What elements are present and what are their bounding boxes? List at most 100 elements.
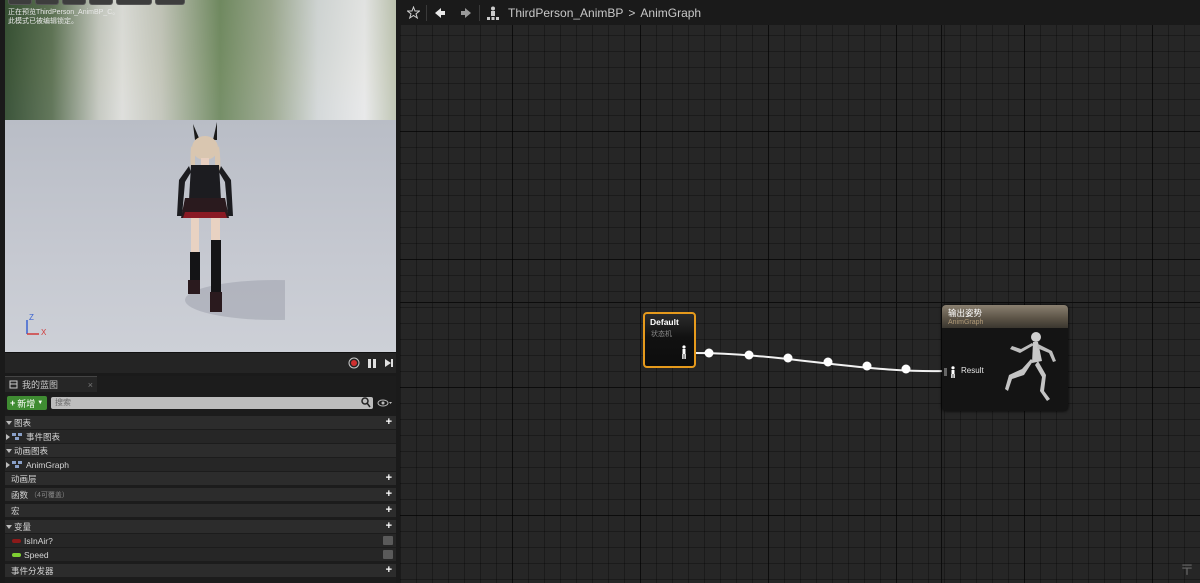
node-subtitle: 状态机 (651, 331, 672, 338)
section-macros[interactable]: 宏 + (5, 504, 396, 517)
playback-controls (5, 352, 396, 373)
node-subtitle: AnimGraph (948, 319, 984, 326)
section-functions[interactable]: 函数 （4可覆盖） + (5, 488, 396, 501)
section-label: 函数 (11, 489, 29, 500)
search-input[interactable]: 搜索 (51, 397, 373, 409)
add-event-dispatcher-button[interactable]: + (386, 564, 392, 577)
variable-speed[interactable]: Speed (5, 548, 396, 561)
pose-input-pin-icon[interactable] (944, 366, 958, 380)
variable-label: IsInAir? (24, 535, 53, 546)
node-title: Default (650, 317, 679, 327)
preview-viewport[interactable]: 正在预览ThirdPerson_AnimBP_C。 此模式已被编辑锁定。 Z X (5, 0, 396, 352)
chevron-down-icon: ▼ (37, 400, 44, 406)
search-icon[interactable] (361, 397, 371, 412)
viewport-toolbar-button[interactable] (89, 0, 113, 5)
section-label: 动画图表 (14, 445, 49, 456)
anim-graph-icon (12, 461, 22, 468)
section-label: 事件分发器 (11, 565, 54, 576)
functions-override-count: （4可覆盖） (30, 491, 69, 499)
add-variable-button[interactable]: + (386, 520, 392, 533)
bool-type-pin-icon (12, 538, 21, 543)
list-item-event-graph[interactable]: 事件图表 (5, 430, 396, 443)
wire-reroute-point[interactable] (901, 364, 911, 374)
tab-label: 我的蓝图 (22, 380, 59, 390)
section-label: 图表 (14, 417, 32, 428)
section-label: 动画层 (11, 473, 37, 484)
step-forward-icon[interactable] (383, 357, 395, 369)
viewport-toolbar-button[interactable] (116, 0, 152, 5)
close-icon[interactable]: × (88, 380, 93, 390)
forward-arrow-icon[interactable] (459, 6, 473, 20)
section-graphs[interactable]: 图表 + (5, 416, 396, 429)
section-variables[interactable]: 变量 + (5, 520, 396, 533)
character-preview (177, 122, 285, 320)
grid-origin-vertical (941, 25, 942, 583)
add-new-button[interactable]: + 新增 ▼ (7, 396, 47, 410)
add-anim-layer-button[interactable]: + (386, 472, 392, 485)
breadcrumb-graph[interactable]: AnimGraph (640, 6, 701, 20)
blueprint-tab-icon (9, 380, 18, 389)
breadcrumb-separator: > (628, 5, 636, 20)
anim-blueprint-icon (486, 6, 500, 20)
viewport-toolbar-button[interactable] (8, 0, 32, 5)
event-graph-icon (12, 433, 22, 440)
anim-graph-canvas[interactable] (400, 25, 1200, 583)
search-placeholder: 搜索 (55, 398, 71, 407)
viewport-toolbar (8, 0, 185, 5)
output-pose-node[interactable]: 输出姿势 AnimGraph Result (942, 305, 1068, 411)
view-options-icon[interactable] (377, 397, 393, 409)
pose-output-pin-icon[interactable] (680, 345, 688, 361)
viewport-toolbar-button[interactable] (62, 0, 86, 5)
expand-arrow-icon[interactable] (6, 524, 12, 529)
section-anim-graphs[interactable]: 动画图表 (5, 444, 396, 457)
add-new-label: 新增 (17, 398, 36, 409)
add-macro-button[interactable]: + (386, 504, 392, 517)
viewport-info-line: 正在预览ThirdPerson_AnimBP_C。 (8, 9, 120, 16)
panel-toolbar: + 新增 ▼ 搜索 (5, 395, 396, 411)
collapse-arrow-icon[interactable] (6, 461, 10, 468)
expand-arrow-icon[interactable] (6, 420, 12, 425)
wire-reroute-point[interactable] (823, 357, 833, 367)
wire-reroute-point[interactable] (744, 350, 754, 360)
state-machine-node-default[interactable]: Default 状态机 (643, 312, 696, 368)
back-arrow-icon[interactable] (433, 6, 447, 20)
grid-origin-horizontal (400, 302, 1200, 303)
breadcrumb-blueprint[interactable]: ThirdPerson_AnimBP (508, 6, 623, 20)
list-item-label: AnimGraph (26, 459, 69, 470)
wire-reroute-point[interactable] (862, 361, 872, 371)
wire-reroute-point[interactable] (704, 348, 714, 358)
pause-icon[interactable] (366, 357, 378, 369)
star-icon[interactable] (406, 6, 420, 20)
node-title: 输出姿势 (948, 308, 983, 318)
divider (479, 4, 480, 21)
tab-my-blueprint[interactable]: 我的蓝图 × (5, 376, 97, 392)
list-item-anim-graph[interactable]: AnimGraph (5, 458, 396, 471)
viewport-toolbar-button[interactable] (155, 0, 185, 5)
wire-reroute-point[interactable] (783, 353, 793, 363)
section-anim-layers[interactable]: 动画层 + (5, 472, 396, 485)
divider (426, 4, 427, 21)
variable-isinair[interactable]: IsInAir? (5, 534, 396, 547)
section-event-dispatchers[interactable]: 事件分发器 + (5, 564, 396, 577)
viewport-info-line: 此模式已被编辑锁定。 (8, 18, 78, 25)
collapse-arrow-icon[interactable] (6, 433, 10, 440)
viewport-info-text: 正在预览ThirdPerson_AnimBP_C。 此模式已被编辑锁定。 (8, 8, 119, 26)
running-mannequin-icon (1005, 332, 1056, 401)
variable-label: Speed (24, 549, 49, 560)
axis-z-label: Z (29, 313, 34, 322)
variable-options-button[interactable] (383, 536, 393, 545)
record-icon[interactable] (348, 357, 360, 369)
add-function-button[interactable]: + (386, 488, 392, 501)
plus-icon: + (10, 398, 16, 408)
output-node-header: 输出姿势 AnimGraph (942, 305, 1068, 328)
list-item-label: 事件图表 (26, 431, 61, 442)
expand-arrow-icon[interactable] (6, 448, 12, 453)
graph-watermark: 〒 (1180, 562, 1194, 578)
axis-x-label: X (41, 328, 47, 337)
section-label: 宏 (11, 505, 20, 516)
add-graph-button[interactable]: + (386, 416, 392, 429)
variable-options-button[interactable] (383, 550, 393, 559)
pose-wire (695, 348, 946, 374)
viewport-toolbar-button[interactable] (35, 0, 59, 5)
float-type-pin-icon (12, 552, 21, 557)
